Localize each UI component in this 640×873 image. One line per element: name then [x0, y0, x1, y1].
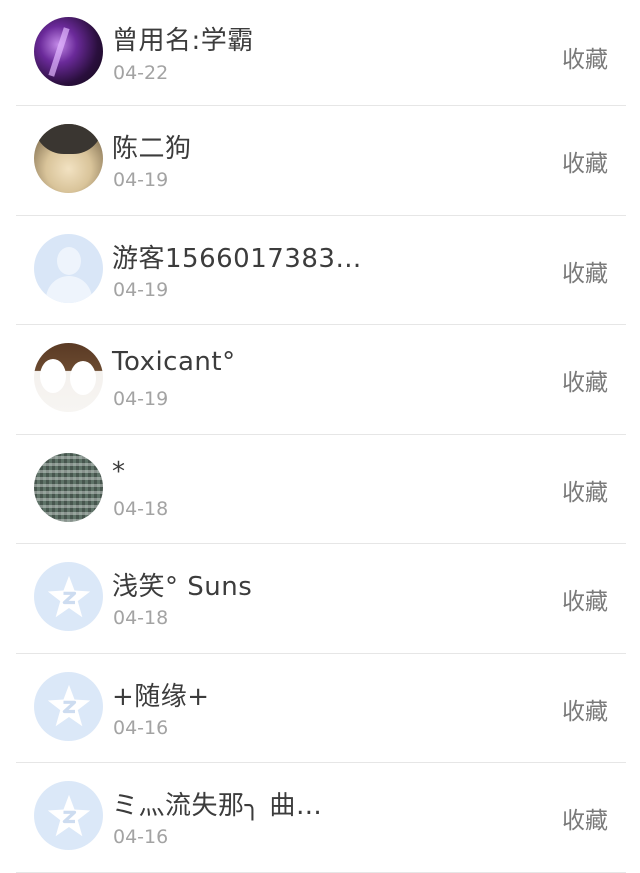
- favorite-button[interactable]: 收藏: [562, 473, 608, 507]
- favorite-button[interactable]: 收藏: [562, 254, 608, 288]
- list-item[interactable]: +随缘+ 04-16 收藏: [0, 654, 640, 764]
- list-item[interactable]: ミ灬流失那╮ 曲… 04-16 收藏: [0, 763, 640, 873]
- qq-star-icon: [47, 575, 90, 617]
- user-name: *: [112, 456, 126, 487]
- list-item[interactable]: 浅笑° Suns 04-18 收藏: [0, 544, 640, 654]
- qq-star-icon: [47, 794, 90, 836]
- item-date: 04-19: [113, 388, 169, 410]
- favorite-button[interactable]: 收藏: [562, 801, 608, 835]
- user-name: +随缘+: [112, 681, 210, 712]
- qq-star-icon[interactable]: [34, 781, 103, 850]
- item-date: 04-19: [113, 169, 169, 191]
- item-date: 04-16: [113, 716, 169, 739]
- user-name: 陈二狗: [112, 134, 192, 164]
- avatar[interactable]: [34, 452, 103, 522]
- avatar[interactable]: [34, 124, 103, 193]
- qq-star-icon[interactable]: [34, 671, 103, 741]
- qq-star-icon: [47, 684, 90, 727]
- user-name: 曾用名:学霸: [112, 26, 254, 56]
- user-name: 游客1566017383…: [112, 243, 362, 274]
- favorite-button[interactable]: 收藏: [562, 40, 608, 74]
- user-name: ミ灬流失那╮ 曲…: [112, 791, 323, 821]
- avatar[interactable]: [34, 343, 103, 412]
- user-name: Toxicant°: [112, 347, 236, 377]
- avatar[interactable]: [34, 17, 103, 86]
- person-silhouette-icon[interactable]: [34, 233, 103, 303]
- favorite-button[interactable]: 收藏: [562, 692, 608, 726]
- item-date: 04-22: [113, 62, 169, 84]
- user-name: 浅笑° Suns: [112, 572, 253, 602]
- favorite-button[interactable]: 收藏: [562, 144, 608, 178]
- list-item[interactable]: Toxicant° 04-19 收藏: [0, 325, 640, 435]
- list-item[interactable]: 曾用名:学霸 04-22 收藏: [0, 0, 640, 106]
- item-date: 04-18: [113, 607, 169, 629]
- list-item[interactable]: 游客1566017383… 04-19 收藏: [0, 216, 640, 326]
- list-item[interactable]: 陈二狗 04-19 收藏: [0, 106, 640, 216]
- list-item[interactable]: * 04-18 收藏: [0, 435, 640, 545]
- item-date: 04-18: [113, 497, 169, 520]
- qq-star-icon[interactable]: [34, 562, 103, 631]
- item-date: 04-19: [113, 278, 169, 301]
- favorites-user-list: 曾用名:学霸 04-22 收藏 陈二狗 04-19 收藏 游客156601738…: [0, 0, 640, 873]
- favorite-button[interactable]: 收藏: [562, 582, 608, 616]
- item-date: 04-16: [113, 826, 169, 848]
- favorite-button[interactable]: 收藏: [562, 363, 608, 397]
